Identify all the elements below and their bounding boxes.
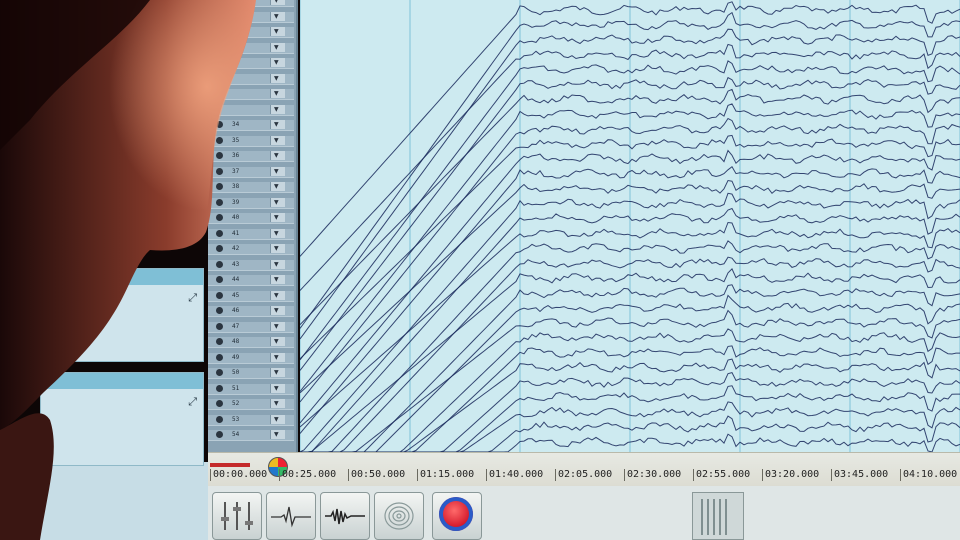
observer-face-silhouette <box>0 0 256 540</box>
eeg-monitor-photo: ⤢ ⤢ ▼ ▼ ▼ ▼ ▼ ▼ ▼ ▼ 34 ▼ 35 ▼ 36 ▼ 37 ▼ 38 ▼ 39 ▼ 40 ▼ 41 ▼ 42 ▼ 4… <box>0 0 960 540</box>
